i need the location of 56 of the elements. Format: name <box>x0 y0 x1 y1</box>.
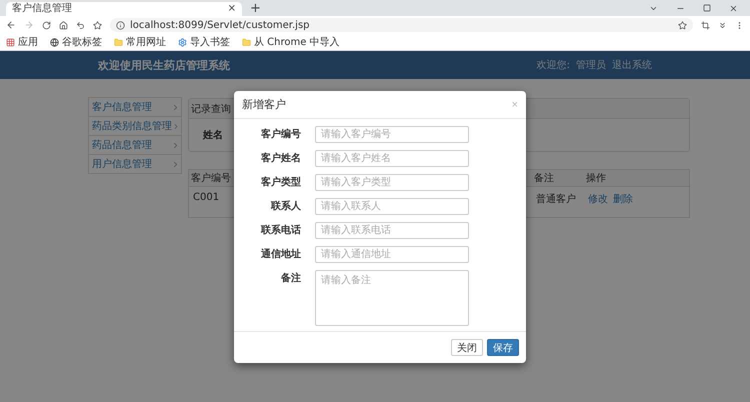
tab-close-button[interactable]: × <box>228 4 236 14</box>
input-field[interactable]: 请输入通信地址 <box>315 246 469 263</box>
folder-icon <box>114 38 123 46</box>
maximize-icon[interactable] <box>703 4 711 12</box>
field-label: 备注 <box>280 271 301 286</box>
name-label: 姓名 <box>203 128 223 142</box>
bookmark-link[interactable]: 导入书签 <box>178 35 230 49</box>
column-header: 操作 <box>586 172 606 185</box>
new-tab-button[interactable]: + <box>250 2 261 15</box>
bookmark-link[interactable]: 应用 <box>6 35 38 49</box>
input-field[interactable]: 请输入客户编号 <box>315 126 469 143</box>
input-field[interactable]: 请输入客户姓名 <box>315 150 469 167</box>
crop-icon[interactable] <box>701 20 710 30</box>
bookmark-star-icon[interactable] <box>678 20 687 30</box>
panel-title: 记录查询 <box>191 102 231 116</box>
input-field[interactable]: 请输入客户类型 <box>315 174 469 191</box>
field-label: 联系人 <box>270 200 301 214</box>
folder-icon <box>242 38 251 46</box>
globe-icon <box>50 38 59 46</box>
column-header: 备注 <box>534 172 554 185</box>
input-field[interactable]: 请输入联系电话 <box>315 222 469 239</box>
table-cell-text: C001 <box>193 192 220 205</box>
close-button[interactable]: 关闭 <box>451 339 483 356</box>
tab-title: 客户信息管理 <box>12 4 73 14</box>
input-field[interactable]: 请输入联系人 <box>315 198 469 215</box>
extension-icon[interactable] <box>718 20 727 30</box>
browser-tab[interactable]: 客户信息管理 × <box>6 2 242 16</box>
undo-icon[interactable] <box>76 20 85 30</box>
home-icon[interactable] <box>59 20 68 30</box>
chevron-icon <box>172 122 180 130</box>
address-field[interactable]: localhost:8099/Servlet/customer.jsp <box>110 18 693 32</box>
chevron-icon <box>171 160 180 168</box>
modal-title: 新增客户 <box>242 97 286 112</box>
bookmark-link[interactable]: 常用网址 <box>114 35 166 49</box>
notes-field[interactable]: 请输入备注 <box>315 270 469 326</box>
bookmark-link[interactable]: 谷歌标签 <box>50 35 102 49</box>
field-label: 通信地址 <box>260 248 301 262</box>
reload-icon[interactable] <box>42 20 51 30</box>
column-header: 客户编号 <box>191 172 231 185</box>
back-icon[interactable] <box>6 20 16 30</box>
chevron-icon <box>171 140 180 150</box>
welcome-text: 欢迎您: <box>536 58 570 72</box>
field-label: 客户姓名 <box>260 151 301 166</box>
site-title: 欢迎使用民生药店管理系统 <box>98 58 231 72</box>
apps-icon <box>6 38 15 46</box>
gear-icon <box>178 38 187 46</box>
field-label: 联系电话 <box>260 224 301 238</box>
close-icon[interactable] <box>729 4 738 12</box>
table-cell-text: 普通客户 <box>536 192 576 207</box>
bookmark-link[interactable]: 从 Chrome 中导入 <box>242 35 340 49</box>
field-label: 客户类型 <box>260 175 301 190</box>
star-icon[interactable] <box>93 20 102 30</box>
info-icon <box>116 20 125 30</box>
field-label: 客户编号 <box>260 127 301 142</box>
chevron-icon <box>171 102 180 112</box>
save-button[interactable]: 保存 <box>487 339 519 356</box>
